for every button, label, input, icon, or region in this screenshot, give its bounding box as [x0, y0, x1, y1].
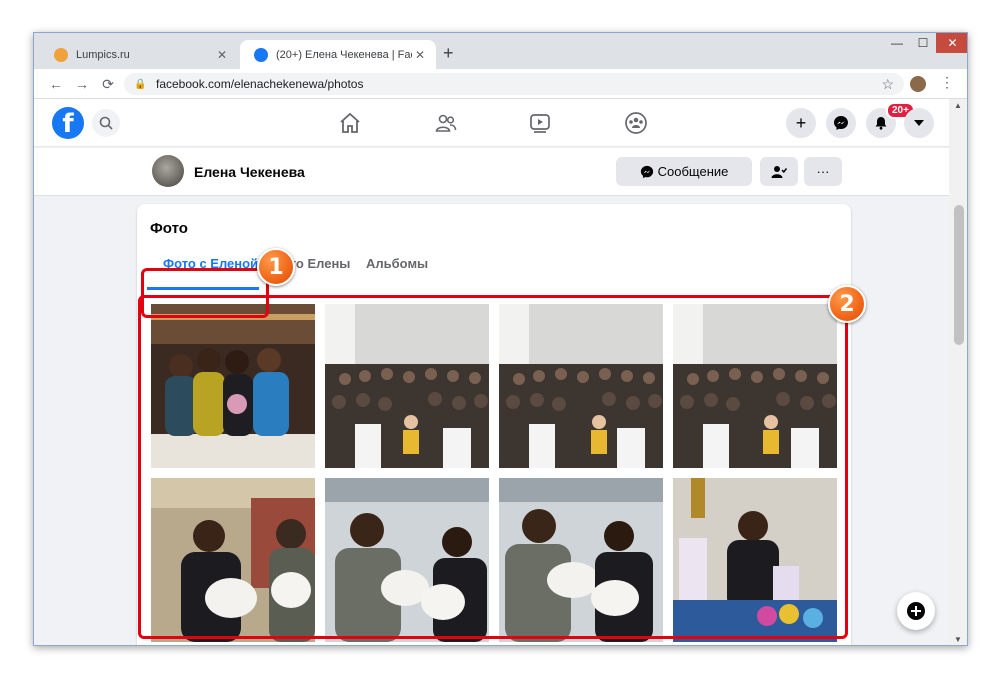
step-marker-1: 1: [257, 248, 295, 286]
lumpics-favicon-icon: [54, 47, 68, 62]
scrollbar-thumb[interactable]: [954, 205, 964, 345]
watch-icon[interactable]: [528, 111, 552, 135]
bell-icon: [875, 117, 887, 130]
back-button[interactable]: ←: [46, 74, 66, 94]
more-options-button[interactable]: ···: [804, 157, 842, 186]
message-button[interactable]: Сообщение: [616, 157, 752, 186]
facebook-favicon-icon: [254, 47, 268, 62]
friends-icon[interactable]: [434, 111, 458, 135]
tab-close-icon[interactable]: ✕: [214, 48, 230, 62]
home-icon[interactable]: [338, 111, 362, 135]
new-tab-button[interactable]: +: [443, 43, 454, 64]
step-marker-2: 2: [828, 285, 866, 323]
profile-header-bar: Елена Чекенева Сообщение ···: [34, 148, 949, 196]
scroll-down-icon[interactable]: ▼: [954, 635, 962, 644]
browser-toolbar: ← → ⟳ 🔒 facebook.com/elenachekenewa/phot…: [34, 69, 967, 99]
page-scrollbar[interactable]: ▲ ▼: [949, 99, 967, 645]
tab-title: Lumpics.ru: [76, 48, 130, 61]
avatar[interactable]: [152, 155, 184, 187]
message-button-label: Сообщение: [657, 164, 729, 179]
facebook-logo[interactable]: f: [52, 107, 84, 139]
lock-icon: 🔒: [134, 78, 147, 90]
friend-check-icon: [771, 165, 787, 178]
messenger-icon: [834, 116, 848, 130]
minimize-button[interactable]: —: [884, 33, 910, 53]
address-bar[interactable]: 🔒 facebook.com/elenachekenewa/photos ☆: [124, 73, 904, 95]
url-text: facebook.com/elenachekenewa/photos: [156, 77, 364, 91]
page-viewport: f + 20+ Елена Чекенева Сообщение ··· Фот…: [34, 99, 967, 645]
forward-button[interactable]: →: [72, 74, 92, 94]
browser-window: Lumpics.ru ✕ (20+) Елена Чекенева | Face…: [33, 32, 968, 646]
tab-title: (20+) Елена Чекенева | Facebook: [276, 48, 412, 61]
tab-facebook[interactable]: (20+) Елена Чекенева | Facebook ✕: [240, 40, 436, 69]
new-message-button[interactable]: [897, 592, 935, 630]
profile-name[interactable]: Елена Чекенева: [194, 164, 305, 180]
account-menu-button[interactable]: [904, 108, 934, 138]
window-close-button[interactable]: ✕: [936, 33, 967, 53]
grid-highlight-box: [138, 295, 848, 639]
bookmark-star-icon[interactable]: ☆: [881, 76, 894, 93]
messenger-icon: [640, 165, 653, 178]
create-button[interactable]: +: [786, 108, 816, 138]
search-icon: [99, 116, 113, 130]
caret-down-icon: [914, 120, 924, 126]
tab-albums[interactable]: Альбомы: [366, 256, 428, 271]
compose-plus-icon: [907, 602, 925, 620]
browser-profile-avatar[interactable]: [910, 76, 926, 92]
search-button[interactable]: [92, 109, 120, 137]
scroll-up-icon[interactable]: ▲: [954, 101, 962, 110]
facebook-top-nav: f + 20+: [34, 99, 949, 147]
groups-icon[interactable]: [624, 111, 648, 135]
photos-title: Фото: [150, 220, 188, 237]
tab-close-icon[interactable]: ✕: [412, 48, 428, 62]
tab-strip: Lumpics.ru ✕ (20+) Елена Чекенева | Face…: [34, 33, 967, 69]
browser-menu-icon[interactable]: ⋮: [940, 74, 954, 91]
friend-status-button[interactable]: [760, 157, 798, 186]
reload-button[interactable]: ⟳: [98, 74, 118, 94]
messenger-button[interactable]: [826, 108, 856, 138]
maximize-button[interactable]: ☐: [910, 33, 936, 53]
tab-lumpics[interactable]: Lumpics.ru ✕: [40, 40, 238, 69]
